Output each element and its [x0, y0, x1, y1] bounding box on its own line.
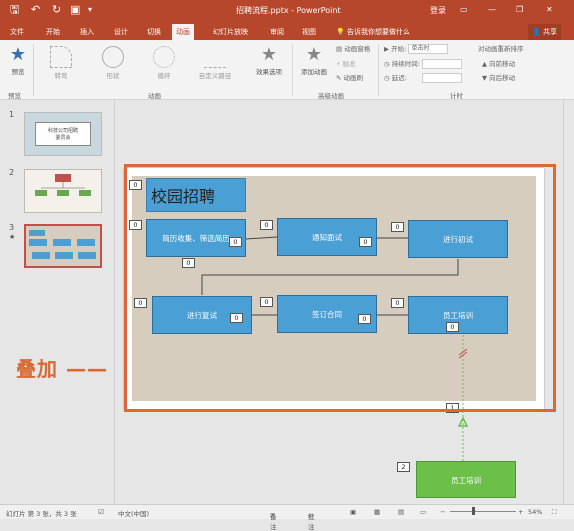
offslide-animation-tag[interactable]: 2: [397, 462, 410, 472]
zoom-out-icon[interactable]: −: [440, 508, 445, 516]
reading-view-icon[interactable]: ▤: [398, 508, 404, 516]
spellcheck-icon[interactable]: ☑: [98, 508, 104, 516]
language-indicator[interactable]: 中文(中国): [118, 508, 149, 518]
status-bar: 幻灯片 第 3 张，共 3 张 ☑ 中文(中国) ≡ 备注 ▭ 批注 ▣ ▦ ▤…: [0, 504, 574, 531]
slide-count: 幻灯片 第 3 张，共 3 张: [6, 510, 77, 518]
slideshow-icon[interactable]: ▭: [420, 508, 426, 516]
zoom-level[interactable]: 54%: [528, 508, 542, 516]
zoom-in-icon[interactable]: +: [518, 508, 523, 516]
fit-window-icon[interactable]: ⛶: [552, 508, 557, 517]
offslide-training-box[interactable]: 员工培训: [416, 461, 516, 498]
zoom-slider[interactable]: [450, 511, 516, 512]
overlay-label: 叠加 ——: [16, 357, 108, 381]
overlay-highlight-frame: [124, 164, 556, 412]
zoom-slider-thumb[interactable]: [472, 507, 475, 515]
slide-sorter-icon[interactable]: ▦: [374, 508, 380, 516]
normal-view-icon[interactable]: ▣: [350, 508, 356, 516]
